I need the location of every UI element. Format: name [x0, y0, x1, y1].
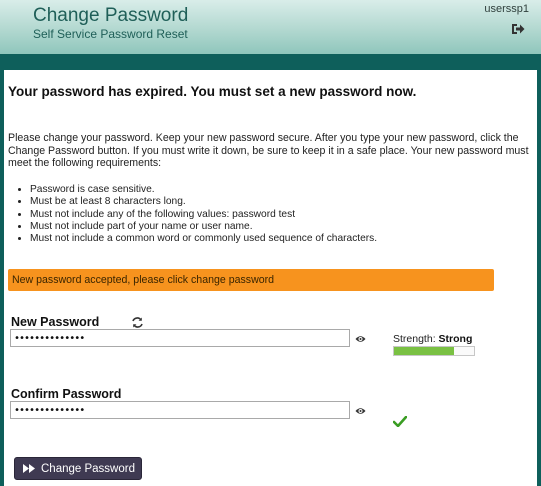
- sign-out-icon[interactable]: [511, 22, 525, 36]
- confirm-password-input[interactable]: [10, 401, 350, 419]
- strength-label: Strength:: [393, 333, 436, 345]
- list-item: Must not include any of the following va…: [30, 209, 540, 221]
- strength-meter-fill: [394, 347, 454, 355]
- strength-meter: [393, 346, 475, 356]
- eye-icon[interactable]: [355, 406, 366, 416]
- strength-indicator: Strength: Strong: [393, 333, 472, 345]
- change-password-button[interactable]: Change Password: [14, 457, 142, 480]
- fast-forward-icon: [23, 464, 35, 473]
- expired-heading: Your password has expired. You must set …: [8, 84, 417, 99]
- requirements-list: Password is case sensitive. Must be at l…: [16, 184, 540, 245]
- left-border: [0, 70, 4, 486]
- eye-icon[interactable]: [355, 334, 366, 344]
- list-item: Must not include part of your name or us…: [30, 221, 540, 233]
- check-icon: [393, 416, 407, 427]
- list-item: Password is case sensitive.: [30, 184, 540, 196]
- new-password-input[interactable]: [10, 329, 350, 347]
- list-item: Must not include a common word or common…: [30, 233, 540, 245]
- strength-value: Strong: [438, 333, 473, 345]
- app-title: Change Password: [33, 5, 189, 26]
- refresh-icon[interactable]: [131, 316, 144, 329]
- instructions-text: Please change your password. Keep your n…: [8, 132, 529, 170]
- status-alert: New password accepted, please click chan…: [8, 269, 494, 291]
- page-header: Change Password Self Service Password Re…: [0, 0, 541, 54]
- confirm-password-label: Confirm Password: [11, 387, 122, 401]
- change-password-label: Change Password: [41, 462, 135, 475]
- app-subtitle: Self Service Password Reset: [33, 27, 188, 41]
- header-band: [0, 54, 541, 70]
- username-label: userssp1: [484, 3, 529, 15]
- list-item: Must be at least 8 characters long.: [30, 196, 540, 208]
- new-password-label: New Password: [11, 315, 100, 329]
